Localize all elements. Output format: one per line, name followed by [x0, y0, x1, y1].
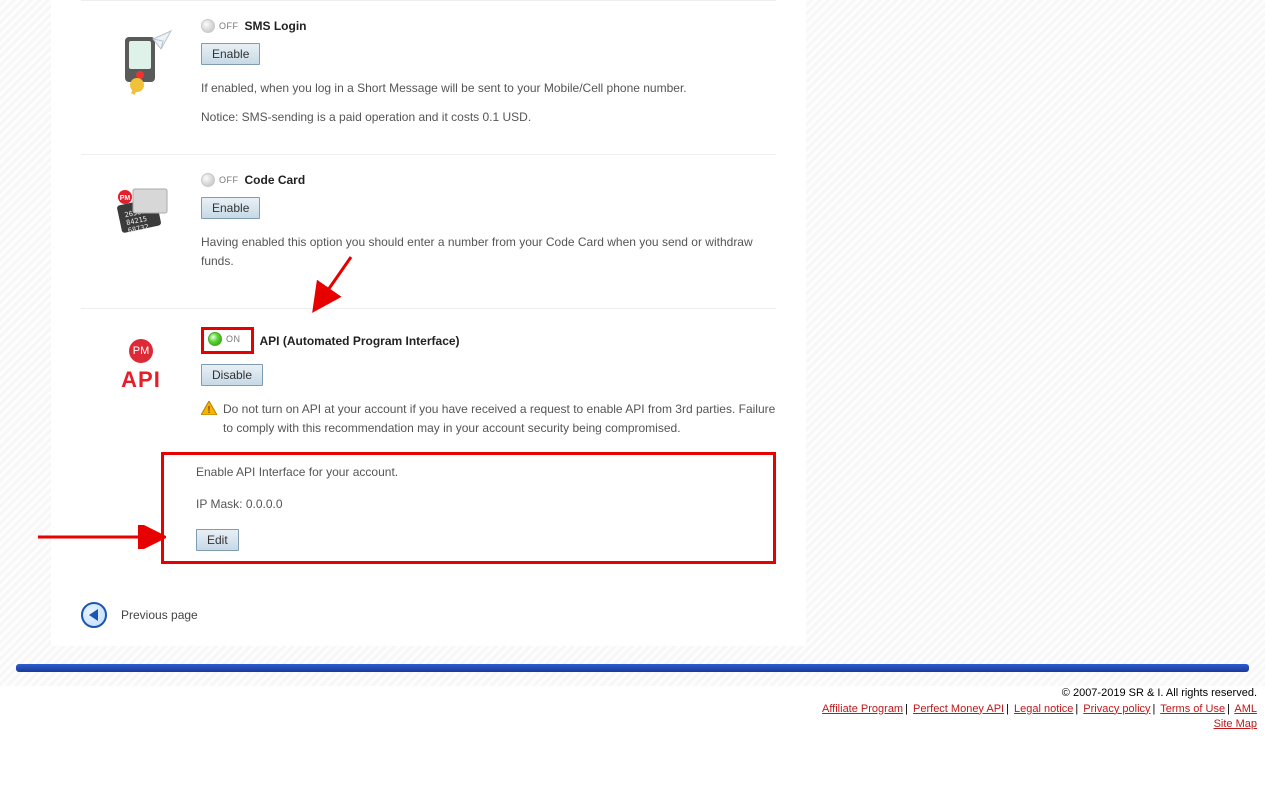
api-status-highlight: ON	[201, 327, 254, 354]
api-edit-highlight: Enable API Interface for your account. I…	[161, 452, 776, 565]
footer-bar	[16, 664, 1249, 672]
api-warning-text: Do not turn on API at your account if yo…	[223, 400, 776, 437]
footer-link-terms[interactable]: Terms of Use	[1160, 703, 1225, 715]
footer-link-api[interactable]: Perfect Money API	[913, 703, 1004, 715]
footer-link-legal[interactable]: Legal notice	[1014, 703, 1073, 715]
footer: © 2007-2019 SR & I. All rights reserved.…	[0, 686, 1265, 740]
sms-status-indicator: OFF	[201, 19, 239, 33]
pm-badge-icon: PM	[129, 339, 153, 363]
previous-page-icon[interactable]	[81, 602, 107, 628]
footer-link-privacy[interactable]: Privacy policy	[1083, 703, 1150, 715]
footer-link-aml[interactable]: AML	[1234, 703, 1257, 715]
sms-login-title: SMS Login	[245, 19, 307, 33]
footer-copyright: © 2007-2019 SR & I. All rights reserved.	[0, 686, 1257, 701]
sms-enable-button[interactable]: Enable	[201, 43, 260, 65]
sms-status-label: OFF	[219, 21, 239, 31]
warning-icon: !	[201, 401, 217, 418]
status-dot-off-icon	[201, 19, 215, 33]
section-sms-login: OFF SMS Login Enable If enabled, when yo…	[81, 0, 776, 154]
api-edit-button[interactable]: Edit	[196, 529, 239, 551]
codecard-status-indicator: OFF	[201, 173, 239, 187]
codecard-enable-button[interactable]: Enable	[201, 197, 260, 219]
previous-page-row: Previous page	[81, 592, 776, 628]
api-status-indicator: ON	[208, 332, 241, 346]
code-card-icon: 26589 84215 68732 PM	[81, 173, 201, 280]
ip-mask-value: 0.0.0.0	[246, 497, 283, 511]
status-dot-on-icon	[208, 332, 222, 346]
api-status-label: ON	[226, 334, 241, 344]
previous-page-link[interactable]: Previous page	[121, 608, 198, 622]
status-dot-off-icon	[201, 173, 215, 187]
code-card-description: Having enabled this option you should en…	[201, 233, 776, 270]
api-ip-mask: IP Mask: 0.0.0.0	[196, 497, 763, 511]
code-card-title: Code Card	[245, 173, 306, 187]
api-disable-button[interactable]: Disable	[201, 364, 263, 386]
api-text-icon: API	[121, 367, 161, 393]
api-title: API (Automated Program Interface)	[260, 334, 460, 348]
sms-login-notice: Notice: SMS-sending is a paid operation …	[201, 108, 776, 127]
footer-link-sitemap[interactable]: Site Map	[1214, 718, 1257, 730]
sms-login-description: If enabled, when you log in a Short Mess…	[201, 79, 776, 98]
section-api: PM API ON API (Automated Program Interfa…	[81, 308, 776, 592]
svg-text:!: !	[207, 405, 210, 415]
footer-link-affiliate[interactable]: Affiliate Program	[822, 703, 903, 715]
svg-text:PM: PM	[120, 195, 131, 202]
section-code-card: 26589 84215 68732 PM OFF	[81, 154, 776, 308]
sms-login-icon	[81, 19, 201, 126]
api-enable-description: Enable API Interface for your account.	[196, 463, 763, 482]
ip-mask-label: IP Mask:	[196, 497, 242, 511]
codecard-status-label: OFF	[219, 175, 239, 185]
